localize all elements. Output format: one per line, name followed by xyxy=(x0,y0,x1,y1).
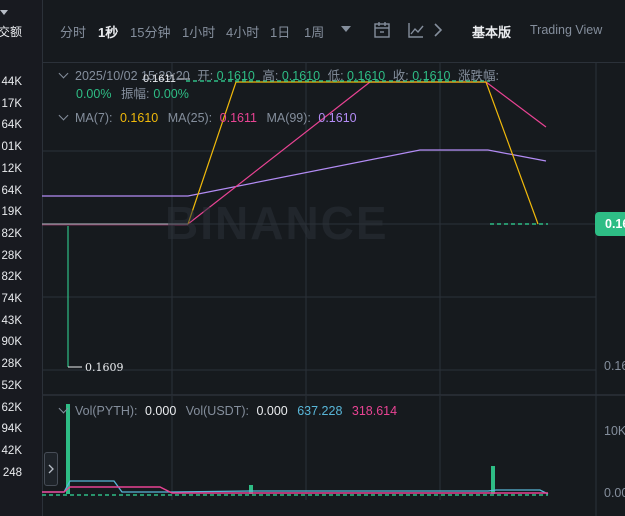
binance-watermark: BINANCE xyxy=(165,197,389,249)
chevron-down-icon[interactable] xyxy=(58,403,69,414)
amplitude-label: 振幅: xyxy=(120,87,150,101)
vol-usdt-value: 0.000 xyxy=(256,404,288,418)
high-label: 高: xyxy=(262,69,279,83)
ohlc-legend-row2: 0.00% 振幅: 0.00% xyxy=(76,83,189,102)
vol-usdt-label: Vol(USDT): xyxy=(185,404,249,418)
vol-ma-a-value: 637.228 xyxy=(297,404,343,418)
high-value: 0.1610 xyxy=(281,69,321,83)
low-label: 低: xyxy=(327,69,344,83)
chevron-down-icon[interactable] xyxy=(58,68,69,79)
vol-pyth-value: 0.000 xyxy=(145,404,177,418)
low-value: 0.1610 xyxy=(347,69,386,83)
ma7-label: MA(7): xyxy=(75,111,113,125)
high-marker-label: 0.1611 xyxy=(143,73,176,85)
volume-legend: Vol(PYTH): 0.000 Vol(USDT): 0.000 637.22… xyxy=(58,403,398,418)
open-value: 0.1610 xyxy=(216,69,255,83)
amplitude-value: 0.00% xyxy=(153,87,189,101)
vol-ma-b-line xyxy=(42,486,548,494)
ma99-value: 0.1610 xyxy=(318,111,357,125)
volume-axis-top: 10K xyxy=(604,424,625,438)
vol-ma-b-value: 318.614 xyxy=(351,404,398,418)
change-value: 0.00% xyxy=(76,87,112,101)
ohlc-legend: 2025/10/02 15:29:20 开: 0.1610 高: 0.1610 … xyxy=(58,65,499,84)
close-value: 0.1610 xyxy=(412,69,451,83)
change-label: 涨跌幅: xyxy=(457,69,499,83)
chevron-down-icon[interactable] xyxy=(58,110,69,121)
low-marker-label: 0.1609 xyxy=(85,361,124,374)
close-label: 收: xyxy=(392,69,409,83)
ma25-label: MA(25): xyxy=(167,111,213,125)
open-label: 开: xyxy=(197,69,214,83)
chevron-right-icon xyxy=(48,464,54,474)
ma25-value: 0.1611 xyxy=(219,111,257,125)
current-price-tag: 0.16 xyxy=(595,212,625,236)
vol-pyth-label: Vol(PYTH): xyxy=(75,404,138,418)
ma99-line xyxy=(42,149,547,197)
ma-legend: MA(7): 0.1610 MA(25): 0.1611 MA(99): 0.1… xyxy=(58,110,357,125)
drawing-tools-toggle[interactable] xyxy=(44,452,58,486)
grid xyxy=(42,62,596,500)
volume-axis-bottom: 0.00 xyxy=(604,486,625,500)
right-axis-price: 0.16 xyxy=(604,359,625,373)
ma7-value: 0.1610 xyxy=(119,111,159,125)
ma99-label: MA(99): xyxy=(266,111,311,125)
